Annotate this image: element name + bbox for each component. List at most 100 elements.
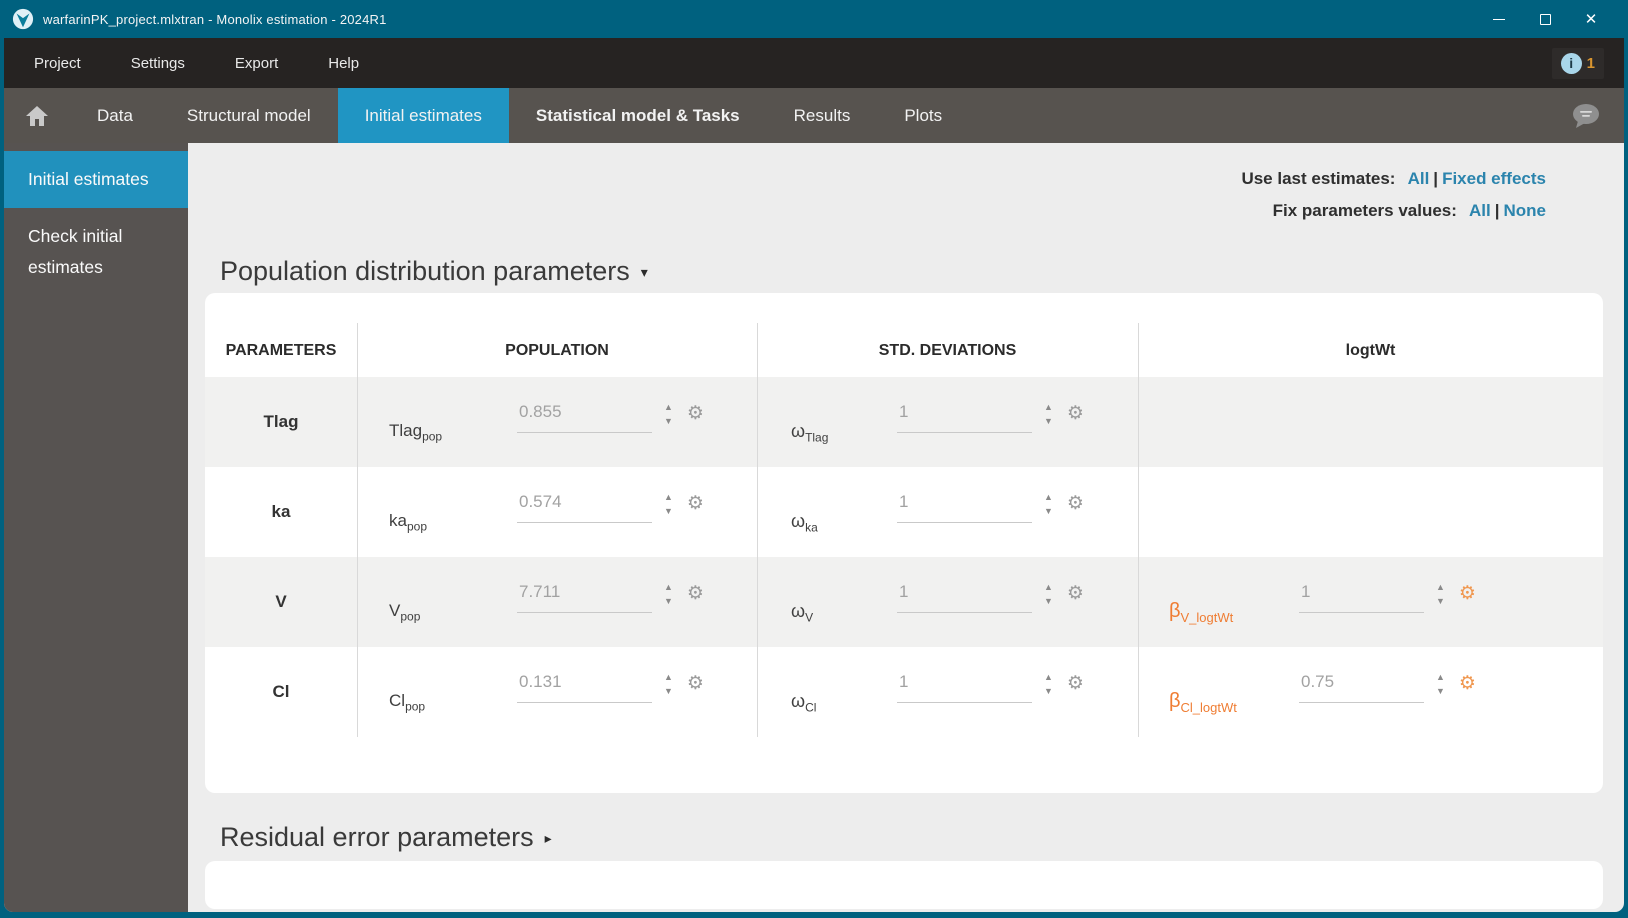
step-down-icon[interactable]: ▼ — [664, 417, 673, 426]
step-up-icon[interactable]: ▲ — [1044, 673, 1053, 682]
menu-settings[interactable]: Settings — [131, 55, 185, 72]
beta-value-input[interactable] — [1299, 672, 1424, 703]
maximize-icon — [1540, 14, 1551, 25]
step-up-icon[interactable]: ▲ — [1044, 493, 1053, 502]
std-deviation-value-input[interactable] — [897, 492, 1032, 523]
main-tab-bar: Data Structural model Initial estimates … — [4, 88, 1624, 143]
step-down-icon[interactable]: ▼ — [1436, 597, 1445, 606]
fix-parameters-row: Fix parameters values: All|None — [188, 195, 1546, 227]
menu-help[interactable]: Help — [328, 55, 359, 72]
use-last-estimates-label: Use last estimates: — [1241, 169, 1395, 188]
step-down-icon[interactable]: ▼ — [664, 687, 673, 696]
omega-parameter-label: ωTlag — [791, 421, 869, 442]
tab-structural-model[interactable]: Structural model — [160, 88, 338, 143]
value-stepper: ▲ ▼ — [664, 673, 673, 696]
residual-parameters-card — [205, 861, 1603, 909]
minimize-button[interactable] — [1476, 0, 1522, 38]
tab-home[interactable] — [4, 88, 70, 143]
fix-all-link[interactable]: All — [1469, 201, 1491, 220]
separator: | — [1429, 169, 1442, 188]
feedback-button[interactable] — [1570, 88, 1624, 143]
gear-icon[interactable]: ⚙ — [1459, 582, 1476, 605]
step-up-icon[interactable]: ▲ — [664, 403, 673, 412]
value-stepper: ▲ ▼ — [1044, 493, 1053, 516]
column-header-population: POPULATION — [357, 342, 757, 360]
step-down-icon[interactable]: ▼ — [1044, 417, 1053, 426]
gear-icon[interactable]: ⚙ — [1067, 402, 1084, 425]
population-section-header[interactable]: Population distribution parameters ▾ — [220, 251, 1624, 291]
covariate-beta-cell: βCl_logtWt ▲ ▼ ⚙ — [1138, 647, 1603, 737]
covariate-beta-cell: βV_logtWt ▲ ▼ ⚙ — [1138, 557, 1603, 647]
tab-results[interactable]: Results — [767, 88, 878, 143]
sidebar: Initial estimates Check initial estimate… — [4, 143, 188, 912]
std-deviation-value-input[interactable] — [897, 672, 1032, 703]
column-header-std-deviations: STD. DEVIATIONS — [757, 342, 1138, 360]
step-up-icon[interactable]: ▲ — [1044, 583, 1053, 592]
step-up-icon[interactable]: ▲ — [1436, 583, 1445, 592]
std-deviation-value-input[interactable] — [897, 582, 1032, 613]
value-stepper: ▲ ▼ — [1044, 583, 1053, 606]
table-row: Cl Clpop ▲ ▼ ⚙ ωCl — [205, 647, 1603, 737]
app-window: warfarinPK_project.mlxtran - Monolix est… — [0, 0, 1628, 918]
step-up-icon[interactable]: ▲ — [1436, 673, 1445, 682]
sidebar-item-check-initial-estimates[interactable]: Check initial estimates — [4, 208, 188, 296]
beta-value-input[interactable] — [1299, 582, 1424, 613]
table-row: V Vpop ▲ ▼ ⚙ ωV — [205, 557, 1603, 647]
covariate-cell-empty — [1138, 467, 1603, 557]
gear-icon[interactable]: ⚙ — [1459, 672, 1476, 695]
table-row: Tlag Tlagpop ▲ ▼ ⚙ ωTlag — [205, 377, 1603, 467]
fix-none-link[interactable]: None — [1504, 201, 1547, 220]
step-down-icon[interactable]: ▼ — [1044, 507, 1053, 516]
step-up-icon[interactable]: ▲ — [1044, 403, 1053, 412]
omega-parameter-label: ωka — [791, 511, 869, 532]
app-body: Initial estimates Check initial estimate… — [4, 143, 1624, 912]
step-down-icon[interactable]: ▼ — [1044, 687, 1053, 696]
step-down-icon[interactable]: ▼ — [664, 597, 673, 606]
step-down-icon[interactable]: ▼ — [664, 507, 673, 516]
tab-plots[interactable]: Plots — [877, 88, 969, 143]
fix-parameters-label: Fix parameters values: — [1273, 201, 1457, 220]
population-value-input[interactable] — [517, 672, 652, 703]
tab-initial-estimates[interactable]: Initial estimates — [338, 88, 509, 143]
window-content: Project Settings Export Help i 1 Data St… — [4, 38, 1624, 912]
chat-icon — [1570, 102, 1602, 130]
maximize-button[interactable] — [1522, 0, 1568, 38]
covariate-cell-empty — [1138, 377, 1603, 467]
menu-project[interactable]: Project — [34, 55, 81, 72]
population-parameter-label: Vpop — [389, 601, 489, 621]
omega-parameter-label: ωCl — [791, 691, 869, 712]
gear-icon[interactable]: ⚙ — [1067, 492, 1084, 515]
step-down-icon[interactable]: ▼ — [1436, 687, 1445, 696]
use-last-all-link[interactable]: All — [1408, 169, 1430, 188]
gear-icon[interactable]: ⚙ — [687, 402, 704, 425]
gear-icon[interactable]: ⚙ — [1067, 582, 1084, 605]
step-up-icon[interactable]: ▲ — [664, 583, 673, 592]
step-up-icon[interactable]: ▲ — [664, 493, 673, 502]
step-down-icon[interactable]: ▼ — [1044, 597, 1053, 606]
expand-caret-icon: ▸ — [545, 830, 552, 847]
value-stepper: ▲ ▼ — [664, 583, 673, 606]
gear-icon[interactable]: ⚙ — [1067, 672, 1084, 695]
step-up-icon[interactable]: ▲ — [664, 673, 673, 682]
sidebar-item-initial-estimates[interactable]: Initial estimates — [4, 151, 188, 208]
notifications-button[interactable]: i 1 — [1552, 48, 1604, 79]
gear-icon[interactable]: ⚙ — [687, 582, 704, 605]
gear-icon[interactable]: ⚙ — [687, 672, 704, 695]
tab-data[interactable]: Data — [70, 88, 160, 143]
population-value-input[interactable] — [517, 582, 652, 613]
beta-parameter-label: βCl_logtWt — [1169, 690, 1281, 713]
use-last-fixed-effects-link[interactable]: Fixed effects — [1442, 169, 1546, 188]
std-deviation-value-input[interactable] — [897, 402, 1032, 433]
value-stepper: ▲ ▼ — [1436, 583, 1445, 606]
home-icon — [24, 104, 50, 128]
menu-bar: Project Settings Export Help i 1 — [4, 38, 1624, 88]
gear-icon[interactable]: ⚙ — [687, 492, 704, 515]
residual-section-header[interactable]: Residual error parameters ▸ — [220, 817, 1624, 857]
population-value-input[interactable] — [517, 492, 652, 523]
menu-export[interactable]: Export — [235, 55, 278, 72]
population-value-input[interactable] — [517, 402, 652, 433]
tab-statistical-model-tasks[interactable]: Statistical model & Tasks — [509, 88, 767, 143]
close-icon: ✕ — [1585, 10, 1598, 28]
close-button[interactable]: ✕ — [1568, 0, 1614, 38]
estimate-actions: Use last estimates: All|Fixed effects Fi… — [188, 143, 1624, 227]
